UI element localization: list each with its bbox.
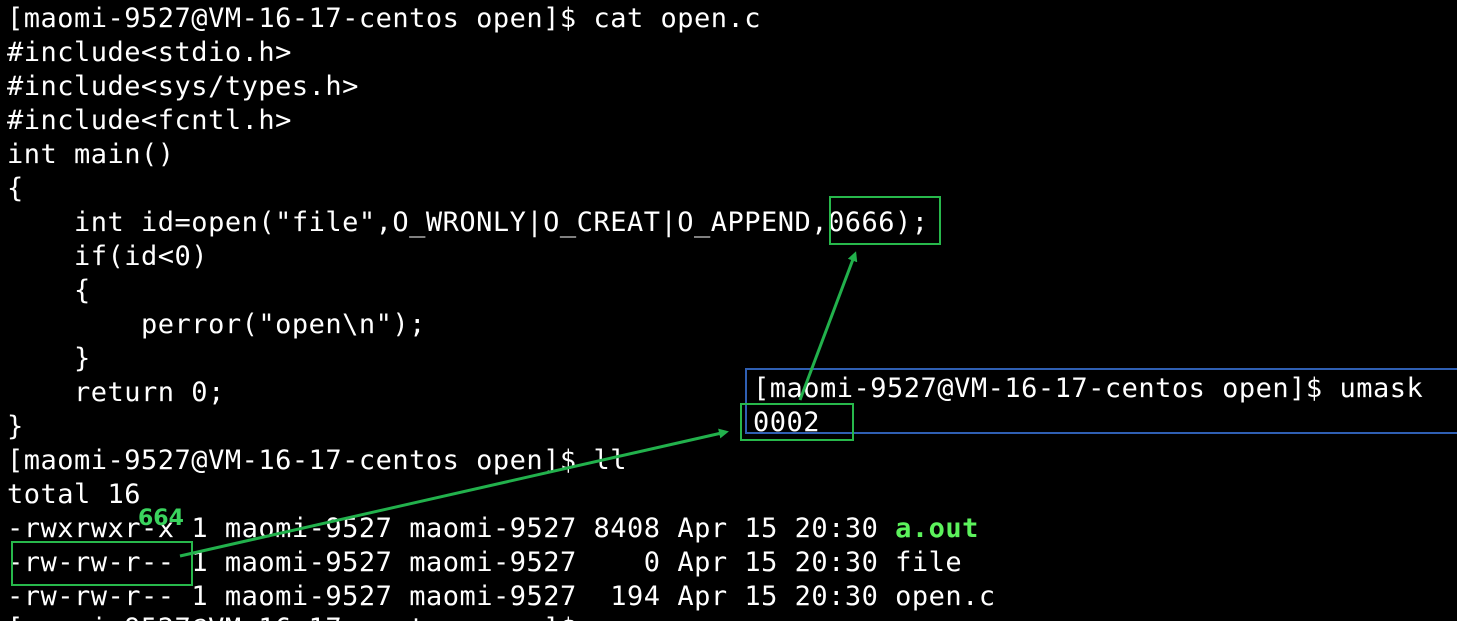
code-line-close-brace: }	[7, 411, 24, 442]
code-line-perror: perror("open\n");	[7, 309, 426, 340]
listing-date: Apr 15 20:30	[677, 581, 879, 612]
code-line-include-types: #include<sys/types.h>	[7, 71, 359, 102]
code-line-if-close-brace: }	[7, 343, 91, 374]
listing-owner: maomi-9527	[224, 513, 393, 544]
listing-links: 1	[191, 513, 209, 544]
code-line-if-check: if(id<0)	[7, 241, 209, 272]
code-line-open-call: int id=open("file",O_WRONLY|O_CREAT|O_AP…	[7, 207, 929, 238]
code-line-main-signature: int main()	[7, 139, 175, 170]
listing-links: 1	[191, 547, 209, 578]
umask-command-line: [maomi-9527@VM-16-17-centos open]$ umask	[753, 373, 1424, 404]
code-line-return: return 0;	[7, 377, 225, 408]
listing-size: 194	[593, 581, 661, 612]
listing-filename-executable: a.out	[895, 513, 979, 544]
terminal-line-cat-command: [maomi-9527@VM-16-17-centos open]$ cat o…	[7, 3, 761, 34]
listing-group: maomi-9527	[409, 581, 577, 612]
highlight-box-mode-0666	[829, 196, 941, 245]
code-line-if-open-brace: {	[7, 275, 91, 306]
terminal-window[interactable]: [maomi-9527@VM-16-17-centos open]$ cat o…	[0, 0, 1457, 621]
highlight-box-file-perms	[11, 541, 193, 586]
listing-size: 8408	[593, 513, 661, 544]
listing-owner: maomi-9527	[224, 581, 393, 612]
highlight-box-umask-0002	[740, 403, 854, 441]
code-line-include-fcntl: #include<fcntl.h>	[7, 105, 292, 136]
listing-group: maomi-9527	[409, 547, 577, 578]
listing-date: Apr 15 20:30	[677, 547, 879, 578]
listing-filename: file	[895, 547, 963, 578]
annotation-label-result-perm: 664	[138, 506, 184, 531]
terminal-line-total: total 16	[7, 479, 142, 510]
terminal-line-trailing-prompt: [maomi-9527@VM-16-17-centos open]$	[7, 612, 593, 621]
listing-date: Apr 15 20:30	[677, 513, 879, 544]
terminal-line-ll-command: [maomi-9527@VM-16-17-centos open]$ ll	[7, 445, 627, 476]
listing-size: 0	[593, 547, 661, 578]
listing-filename: open.c	[895, 581, 996, 612]
code-line-open-brace: {	[7, 173, 24, 204]
listing-owner: maomi-9527	[224, 547, 393, 578]
listing-group: maomi-9527	[409, 513, 577, 544]
listing-links: 1	[191, 581, 209, 612]
code-line-include-stdio: #include<stdio.h>	[7, 37, 292, 68]
